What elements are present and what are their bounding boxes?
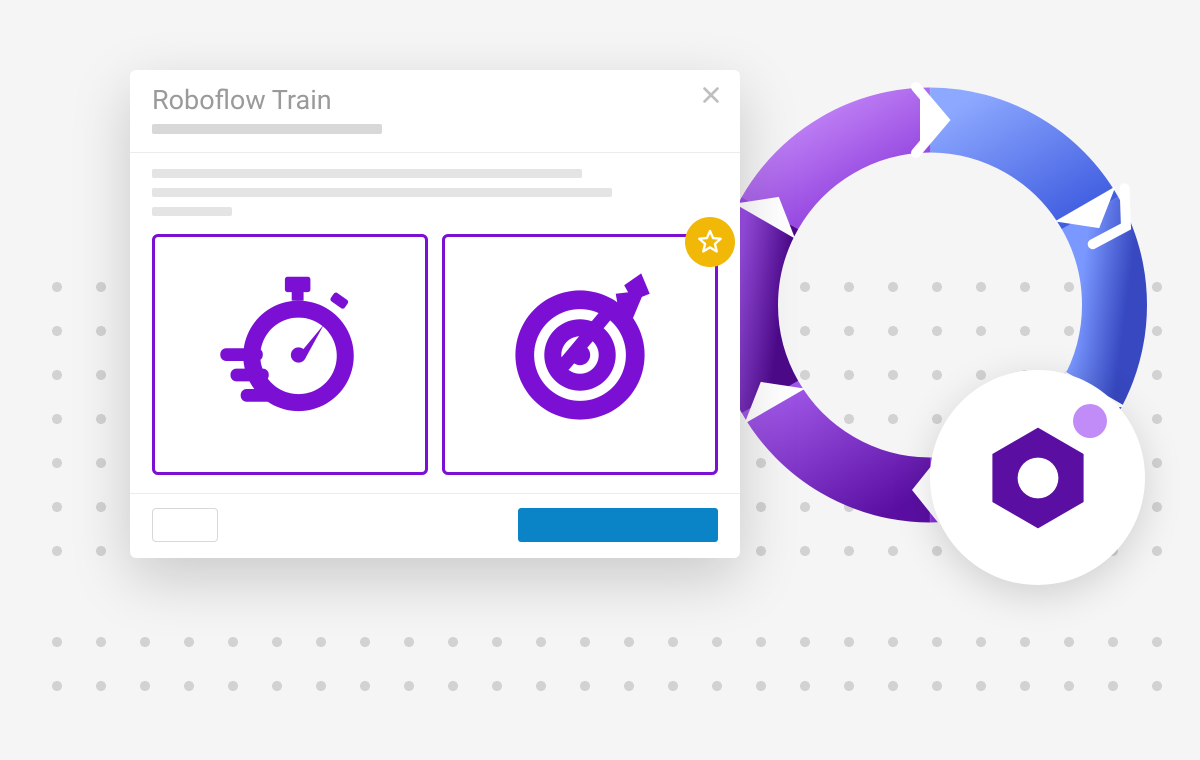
modal-body [130,153,740,493]
description-placeholder [152,207,232,216]
logo-notification-dot [1073,404,1107,438]
option-accurate[interactable] [442,234,718,475]
modal-title: Roboflow Train [152,84,718,116]
featured-badge [685,217,735,267]
description-placeholder [152,188,612,197]
target-icon [495,270,665,440]
confirm-button[interactable] [518,508,718,542]
cancel-button[interactable] [152,508,218,542]
brand-logo-badge [930,370,1145,585]
close-icon [700,84,722,106]
close-button[interactable] [700,84,722,110]
train-modal: Roboflow Train [130,70,740,558]
modal-subtitle-placeholder [152,124,382,134]
option-fast[interactable] [152,234,428,475]
modal-footer [130,493,740,558]
roboflow-hex-icon [978,418,1098,538]
stopwatch-icon [205,270,375,440]
modal-header: Roboflow Train [130,70,740,144]
background-dots [35,620,1165,720]
star-icon [696,228,724,256]
description-placeholder [152,169,582,178]
training-options [152,234,718,475]
